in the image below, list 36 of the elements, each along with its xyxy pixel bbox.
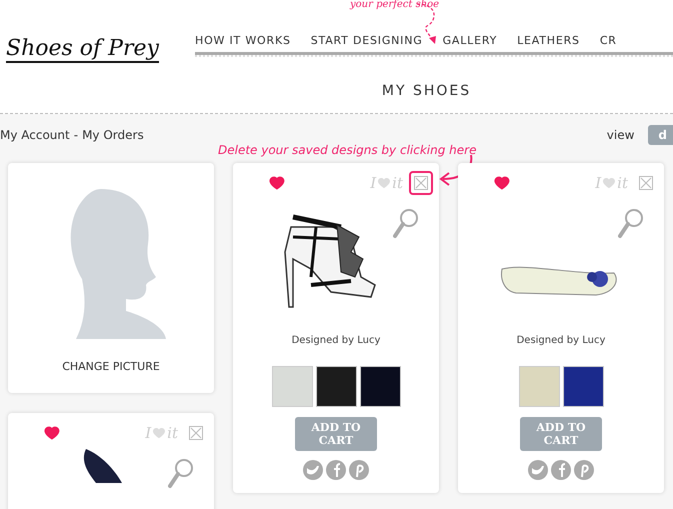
- callout-text: Delete your saved designs by clicking here: [218, 142, 476, 159]
- leather-swatch[interactable]: [518, 366, 560, 407]
- leather-swatch[interactable]: [562, 366, 604, 407]
- pinterest-icon[interactable]: [349, 460, 369, 480]
- nav-link[interactable]: LEATHERS: [517, 33, 580, 50]
- account-link[interactable]: My Account: [0, 126, 70, 144]
- pinterest-icon[interactable]: [574, 460, 594, 480]
- facebook-icon[interactable]: [551, 460, 571, 480]
- designer-credit: Designed by Lucy: [292, 334, 380, 348]
- dark-shoe-drawing: [84, 449, 122, 483]
- nav-link[interactable]: CR: [600, 33, 617, 50]
- heart-icon[interactable]: [494, 175, 510, 191]
- facebook-icon[interactable]: [326, 460, 346, 480]
- leather-swatch[interactable]: [360, 366, 400, 407]
- nav-link[interactable]: GALLERY: [442, 33, 498, 50]
- link-separator: -: [72, 126, 80, 144]
- twitter-icon[interactable]: [528, 460, 548, 480]
- delete-icon[interactable]: [409, 171, 433, 195]
- heart-icon: [602, 176, 616, 190]
- orders-link[interactable]: My Orders: [82, 126, 144, 144]
- logo[interactable]: Shoes of Prey: [6, 37, 159, 64]
- nav-link[interactable]: START DESIGNING: [310, 33, 423, 50]
- view-label: view: [606, 126, 634, 144]
- designer-link[interactable]: Lucy: [357, 335, 380, 346]
- heart-icon[interactable]: [44, 425, 60, 441]
- twitter-icon[interactable]: [303, 460, 323, 480]
- change-picture-link[interactable]: CHANGE PICTURE: [62, 359, 160, 376]
- designer-credit: Designed by Lucy: [516, 334, 606, 348]
- designer-link[interactable]: Lucy: [582, 335, 606, 346]
- page-title: MY SHOES: [380, 82, 472, 100]
- leather-swatch[interactable]: [316, 366, 356, 407]
- heart-icon: [152, 426, 166, 440]
- nav-link[interactable]: HOW IT WORKS: [195, 33, 291, 50]
- heart-icon[interactable]: [269, 175, 285, 191]
- heart-icon: [377, 176, 392, 190]
- leather-swatch[interactable]: [272, 366, 312, 407]
